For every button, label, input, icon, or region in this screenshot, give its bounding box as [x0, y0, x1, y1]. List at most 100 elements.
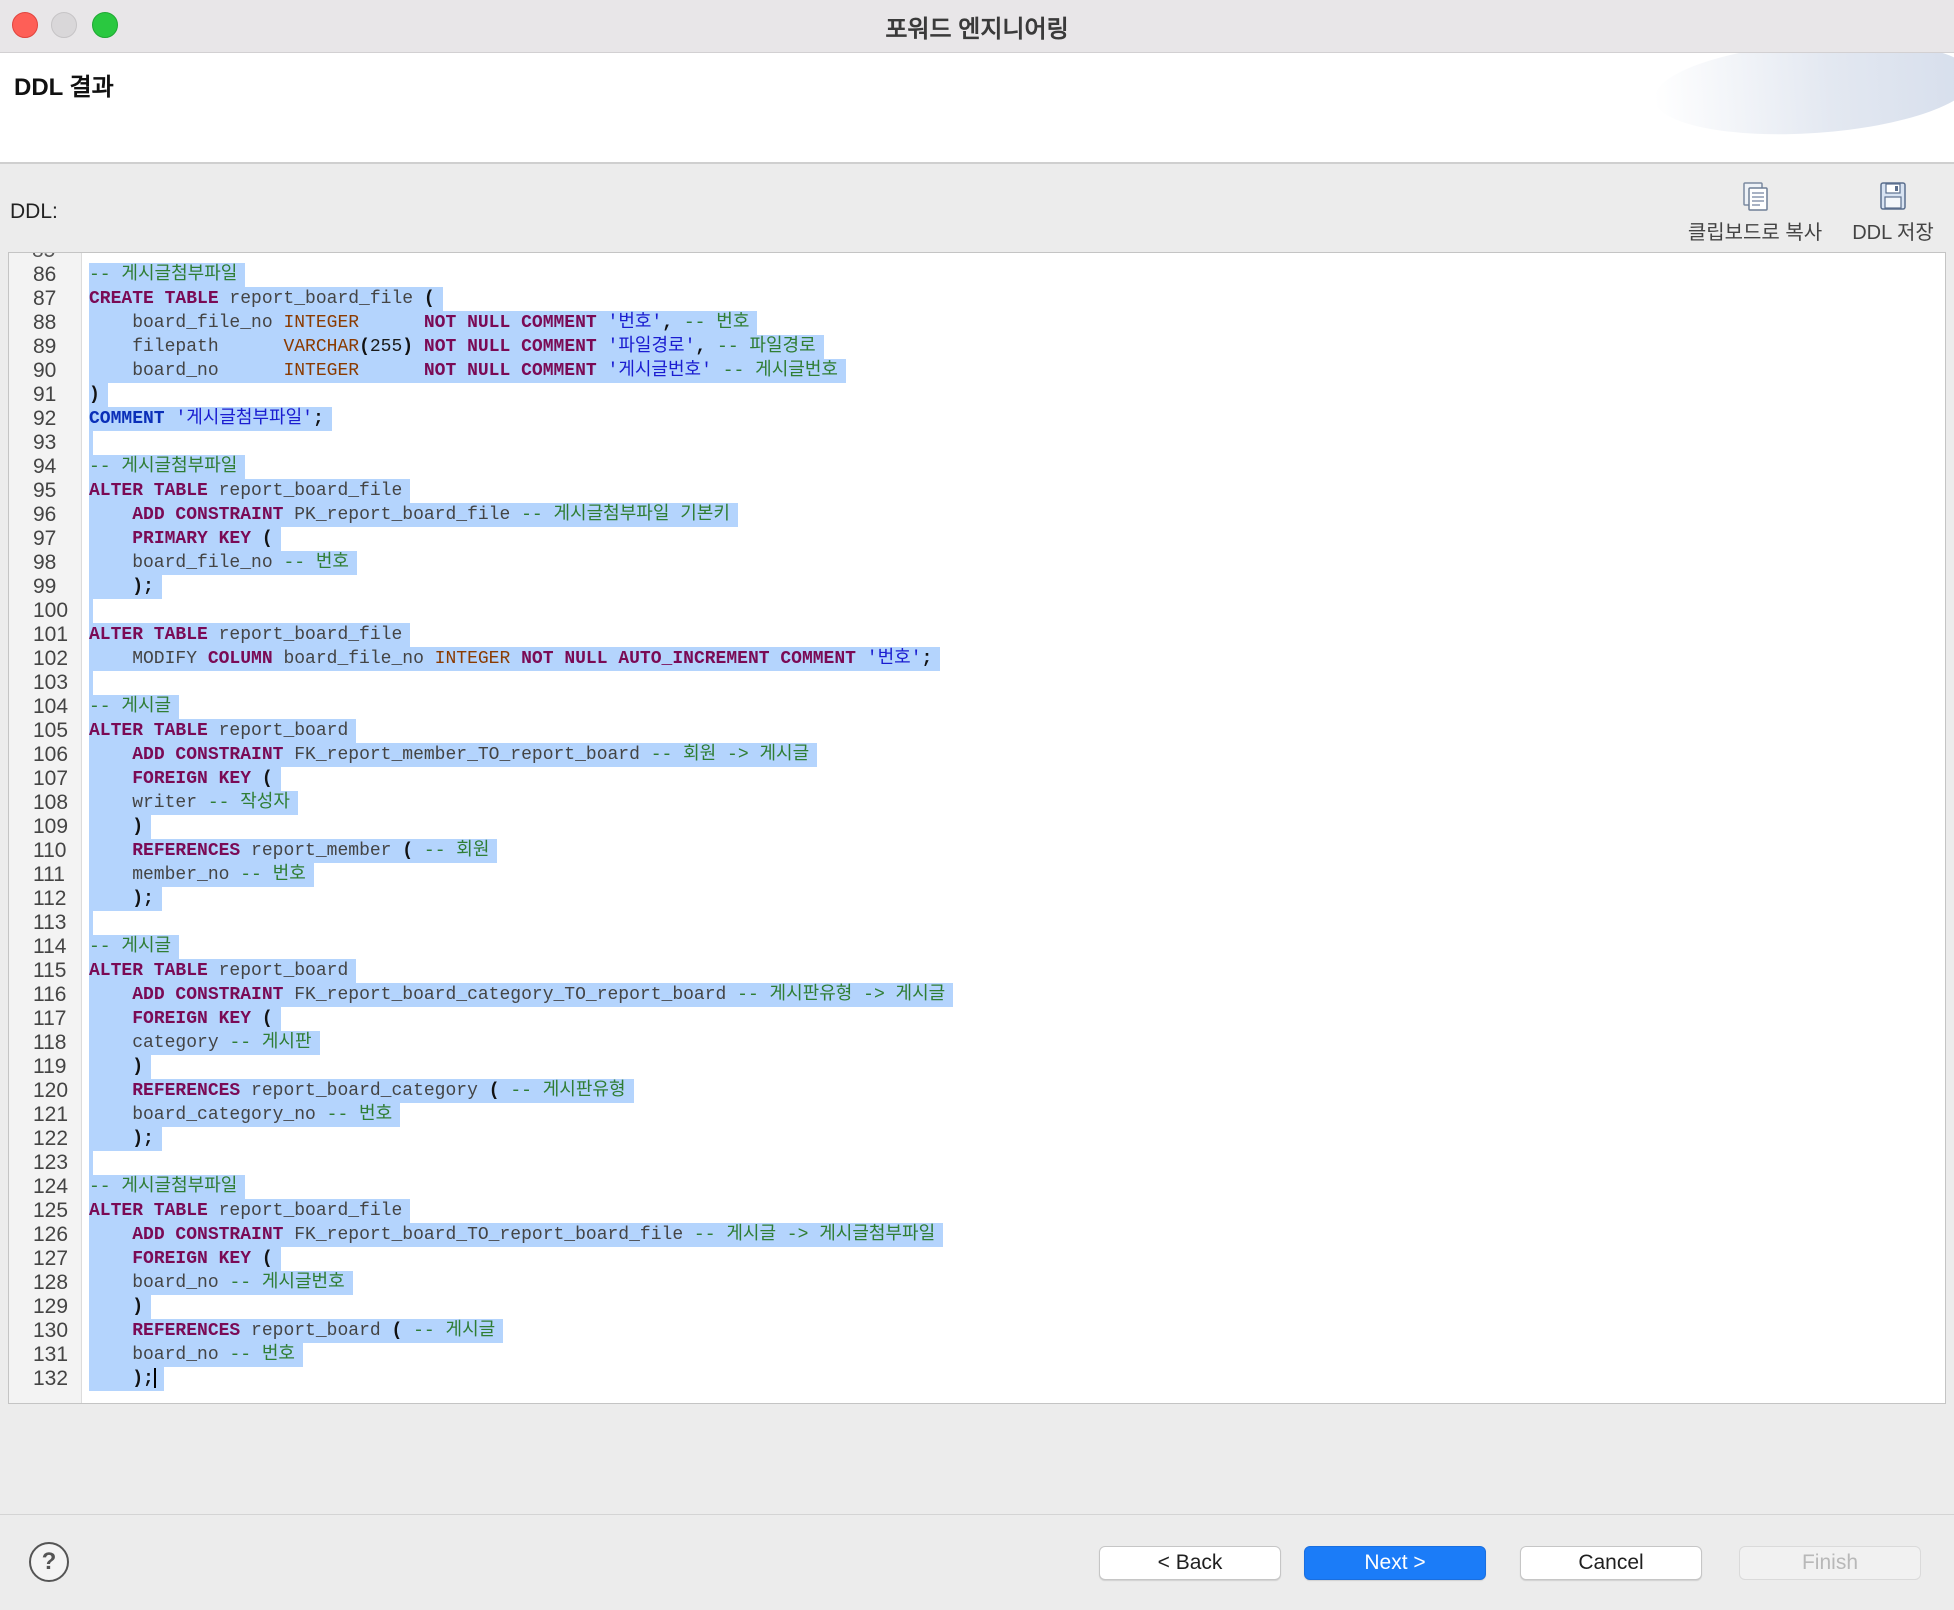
code-text: member_no -- 번호	[89, 863, 314, 887]
code-text	[89, 911, 93, 935]
code-token: FK_report_board_TO_report_board_file	[283, 1225, 694, 1245]
next-button[interactable]: Next >	[1304, 1546, 1486, 1580]
code-token: -- 게시판유형	[510, 1081, 626, 1101]
code-token: CREATE TABLE	[89, 289, 219, 309]
line-number: 89	[33, 335, 57, 358]
code-token: COLUMN	[207, 649, 273, 669]
code-token: board_no	[89, 361, 284, 381]
back-button[interactable]: < Back	[1099, 1546, 1281, 1580]
code-token: ALTER TABLE	[89, 625, 208, 645]
code-text: category -- 게시판	[89, 1031, 320, 1055]
code-text: board_no -- 게시글번호	[89, 1271, 353, 1295]
code-token: report_board_category	[240, 1081, 489, 1101]
line-number: 91	[33, 383, 57, 406]
ddl-editor[interactable]: 85 86 -- 게시글첨부파일 87 CREATE TABLE report_boa…	[8, 252, 1946, 1404]
code-text: ADD CONSTRAINT PK_report_board_file -- 게…	[89, 503, 738, 527]
code-token: report_board_file	[207, 481, 403, 501]
code-text: REFERENCES report_member ( -- 회원	[89, 839, 498, 863]
code-token: );	[132, 1129, 154, 1149]
code-line: 103	[9, 671, 1945, 695]
code-line: 132 );	[9, 1367, 1945, 1391]
line-number: 121	[33, 1103, 69, 1126]
code-token: report_board_file	[207, 625, 403, 645]
code-token: INTEGER	[434, 649, 511, 669]
code-token: )	[132, 1057, 144, 1077]
code-text: ALTER TABLE report_board_file	[89, 1199, 411, 1223]
code-line: 95 ALTER TABLE report_board_file	[9, 479, 1945, 503]
code-token: (	[359, 337, 370, 357]
code-token: -- 파일경로	[717, 337, 816, 357]
code-text: ALTER TABLE report_board	[89, 719, 357, 743]
code-token: -- 번호	[683, 313, 750, 333]
line-number: 93	[33, 431, 57, 454]
line-number: 105	[33, 719, 69, 742]
code-token: -- 게시판유형 -> 게시글	[737, 985, 946, 1005]
line-number: 122	[33, 1127, 69, 1150]
save-ddl-button[interactable]: DDL 저장	[1840, 180, 1946, 245]
line-number: 132	[33, 1367, 69, 1390]
code-line: 91)	[9, 383, 1945, 407]
code-text: -- 게시글첨부파일	[89, 455, 246, 479]
code-line: 124 -- 게시글첨부파일	[9, 1175, 1945, 1199]
code-token: (	[261, 1009, 273, 1029]
code-text: );	[89, 575, 162, 599]
code-token: COMMENT	[89, 409, 165, 429]
line-number: 120	[33, 1079, 69, 1102]
code-line: 101 ALTER TABLE report_board_file	[9, 623, 1945, 647]
line-number: 92	[33, 407, 57, 430]
code-token: board_file_no	[272, 649, 435, 669]
line-number: 126	[33, 1223, 69, 1246]
line-number: 127	[33, 1247, 69, 1270]
line-number: 87	[33, 287, 57, 310]
code-token: '게시글번호'	[607, 361, 712, 381]
code-text: ADD CONSTRAINT FK_report_board_TO_report…	[89, 1223, 944, 1247]
code-line: 105 ALTER TABLE report_board	[9, 719, 1945, 743]
finish-button[interactable]: Finish	[1739, 1546, 1921, 1580]
code-token: ALTER TABLE	[89, 481, 208, 501]
code-text: FOREIGN KEY (	[89, 1007, 281, 1031]
code-line: 123	[9, 1151, 1945, 1175]
window-title: 포워드 엔지니어링	[885, 16, 1069, 43]
code-token: report_board	[207, 961, 349, 981]
code-text: board_file_no INTEGER NOT NULL COMMENT '…	[89, 311, 758, 335]
cancel-button[interactable]: Cancel	[1520, 1546, 1702, 1580]
code-line: 107 FOREIGN KEY (	[9, 767, 1945, 791]
code-text: -- 게시글첨부파일	[89, 1175, 246, 1199]
line-number: 111	[33, 863, 65, 886]
code-token: report_board	[207, 721, 349, 741]
code-token: -- 회원	[423, 841, 490, 861]
copy-to-clipboard-button[interactable]: 클립보드로 복사	[1682, 180, 1828, 245]
line-number: 114	[33, 935, 67, 958]
code-token: '번호'	[607, 313, 663, 333]
code-token: writer	[89, 793, 208, 813]
code-token: board_no	[89, 1345, 230, 1365]
code-token: board_category_no	[89, 1105, 327, 1125]
code-token: -- 게시글첨부파일 기본키	[521, 505, 730, 525]
code-token: -- 게시글첨부파일	[89, 265, 238, 285]
code-text: board_no -- 번호	[89, 1343, 303, 1367]
code-token: ALTER TABLE	[89, 721, 208, 741]
code-token: ALTER TABLE	[89, 961, 208, 981]
code-token: -- 게시글번호	[722, 361, 838, 381]
code-token: ADD CONSTRAINT	[132, 985, 284, 1005]
code-line: 117 FOREIGN KEY (	[9, 1007, 1945, 1031]
code-token: board_file_no	[89, 313, 284, 333]
code-token: )	[132, 1297, 144, 1317]
code-text: );	[89, 1367, 164, 1391]
code-token: FOREIGN KEY	[132, 769, 252, 789]
help-button[interactable]: ?	[29, 1542, 69, 1582]
code-line: 93	[9, 431, 1945, 455]
